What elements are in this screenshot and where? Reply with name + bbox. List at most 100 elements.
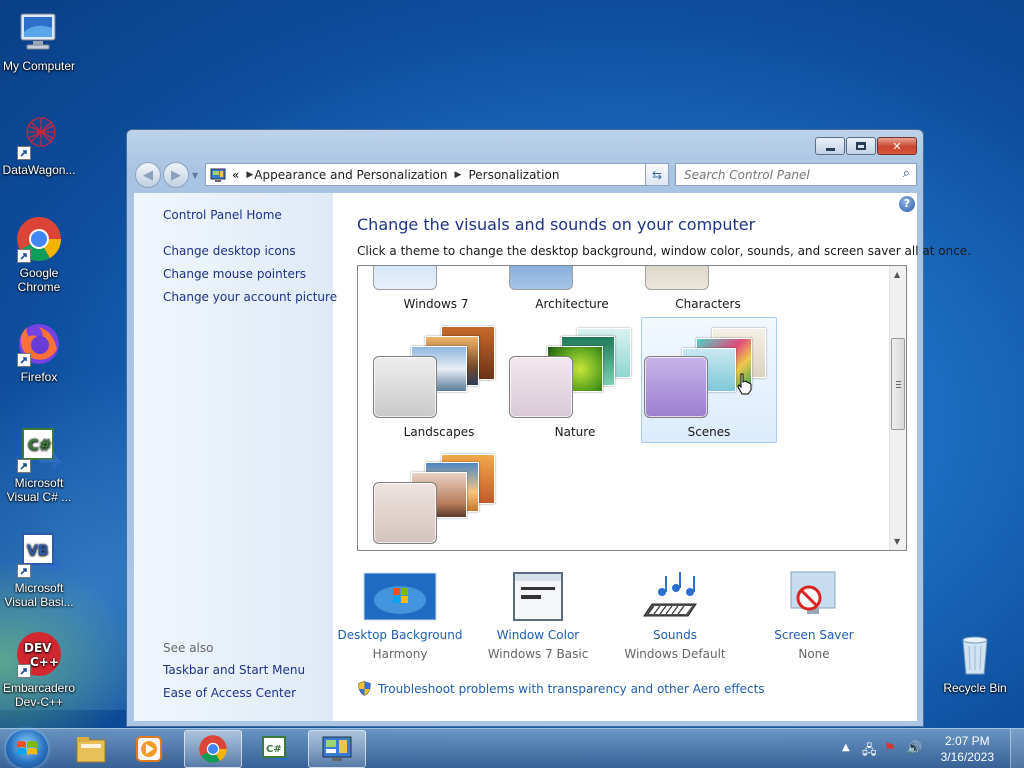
desktop-icon-label: Google Chrome [17,266,61,294]
desktop-icon-label: Microsoft Visual Basi... [4,581,74,609]
taskbar-control-panel-button[interactable] [308,730,366,768]
visual-csharp-icon: C# [262,736,288,760]
desktop-icon-visual-basic[interactable]: VB Microsoft Visual Basi... [0,530,78,609]
address-bar[interactable]: « ▶ Appearance and Personalization ▶ Per… [205,163,669,186]
help-icon[interactable]: ? [899,196,915,212]
sounds-setting[interactable]: Sounds Windows Default [605,570,745,661]
theme-architecture[interactable]: Architecture [504,266,640,314]
screen-saver-link[interactable]: Screen Saver [744,628,884,642]
visual-basic-icon: VB [15,530,63,578]
clock-date: 3/16/2023 [940,750,994,764]
desktop-icon-label: Microsoft Visual C# ... [6,476,72,504]
taskbar-visual-csharp-button[interactable]: C# [246,730,304,768]
hand-cursor-icon [736,373,752,395]
theme-list[interactable]: Windows 7 Architecture Characters Landsc… [357,265,907,551]
screen-saver-icon [777,570,851,622]
theme-windows7[interactable]: Windows 7 [368,266,504,314]
clock[interactable]: 2:07 PM 3/16/2023 [941,733,994,765]
theme-landscapes[interactable]: Landscapes [371,318,507,444]
volume-icon[interactable]: 🔊 [906,741,922,756]
sidebar-link-change-desktop-icons[interactable]: Change desktop icons [163,244,296,258]
shortcut-arrow-icon [17,459,31,473]
taskbar-explorer-button[interactable] [62,730,120,768]
desktop-icon-chrome[interactable]: Google Chrome [0,215,78,294]
theme-label: Characters [675,297,741,311]
forward-button[interactable]: ▶ [163,162,189,188]
desktop-icon-recycle-bin[interactable]: Recycle Bin [936,630,1014,695]
window-color-setting[interactable]: Window Color Windows 7 Basic [468,570,608,661]
screen-saver-setting[interactable]: Screen Saver None [744,570,884,661]
network-icon[interactable]: 🖧 [862,741,877,763]
back-button[interactable]: ◀ [135,162,161,188]
computer-icon [15,8,63,56]
theme-label: Architecture [535,297,609,311]
show-desktop-button[interactable] [1010,729,1024,768]
address-overflow[interactable]: « [232,168,239,182]
shortcut-arrow-icon [17,146,31,160]
desktop-icon-datawagon[interactable]: DataWagon... [0,112,78,177]
window-color-icon [501,570,575,622]
scroll-up-icon[interactable]: ▲ [894,270,900,279]
theme-scenes[interactable]: Scenes [641,317,777,443]
datawagon-icon [15,112,63,160]
scroll-down-icon[interactable]: ▼ [894,537,900,546]
scroll-thumb[interactable] [891,338,905,430]
breadcrumb-separator-icon[interactable]: ▶ [455,170,462,180]
shortcut-arrow-icon [17,664,31,678]
svg-text:DEV: DEV [24,641,52,655]
desktop-icon-visual-csharp[interactable]: C# Microsoft Visual C# ... [0,425,78,504]
desktop-background-setting[interactable]: Desktop Background Harmony [330,570,470,661]
desktop-icon-label: My Computer [2,59,76,73]
theme-characters[interactable]: Characters [640,266,776,314]
minimize-button[interactable] [815,137,845,155]
theme-swatch [645,266,709,290]
window-color-value: Windows 7 Basic [487,647,589,661]
folder-icon [76,737,106,763]
recent-pages-dropdown[interactable]: ▼ [192,171,198,180]
theme-label: Landscapes [403,425,475,439]
svg-text:C#: C# [266,744,282,755]
desktop-icon-firefox[interactable]: Firefox [0,319,78,384]
sounds-value: Windows Default [624,647,726,661]
sidebar-link-taskbar-start-menu[interactable]: Taskbar and Start Menu [163,663,305,677]
troubleshoot-link-text[interactable]: Troubleshoot problems with transparency … [378,682,765,696]
sounds-link[interactable]: Sounds [605,628,745,642]
desktop-background-value: Harmony [372,647,428,661]
svg-text:C#: C# [28,436,52,454]
desktop-background-link[interactable]: Desktop Background [330,628,470,642]
taskbar-chrome-button[interactable] [184,730,242,768]
close-icon: ✕ [892,139,902,153]
color-swatch [373,356,437,418]
media-player-icon [136,736,162,762]
refresh-button[interactable]: ⇆ [645,163,669,186]
maximize-button[interactable] [846,137,876,155]
window-content: Control Panel Home Change desktop icons … [134,193,971,721]
taskbar-media-player-button[interactable] [120,730,178,768]
breadcrumb-personalization[interactable]: Personalization [468,168,559,182]
theme-nature[interactable]: Nature [507,318,643,444]
desktop-icon-my-computer[interactable]: My Computer [0,8,78,73]
close-button[interactable]: ✕ [877,137,917,155]
refresh-icon: ⇆ [651,167,663,182]
desktop-icon-label: Firefox [20,370,58,384]
sidebar-link-change-mouse-pointers[interactable]: Change mouse pointers [163,267,306,281]
see-also-heading: See also [163,641,214,655]
show-hidden-icons-icon[interactable]: ▲ [842,742,850,753]
color-swatch [373,482,437,544]
search-icon[interactable]: ⌕ [903,166,910,181]
search-input[interactable]: Search Control Panel ⌕ [675,163,917,186]
start-button[interactable] [6,730,48,768]
window-color-link[interactable]: Window Color [468,628,608,642]
theme-unlabeled[interactable] [371,444,507,550]
troubleshoot-link[interactable]: Troubleshoot problems with transparency … [357,681,765,696]
action-center-flag-icon[interactable]: ⚑ [884,741,896,756]
sidebar-link-ease-of-access[interactable]: Ease of Access Center [163,686,296,700]
control-panel-window: ✕ ◀ ▶ ▼ « ▶ Appearance and Personalizati… [126,129,971,727]
breadcrumb-separator-icon[interactable]: ▶ [246,170,253,180]
caption-buttons: ✕ [814,137,917,155]
theme-list-scrollbar[interactable]: ▲ ▼ [889,266,906,550]
breadcrumb-appearance[interactable]: Appearance and Personalization [254,168,447,182]
desktop-icon-devcpp[interactable]: DEV C++ Embarcadero Dev-C++ [0,630,78,709]
sidebar-link-change-account-picture[interactable]: Change your account picture [163,290,337,304]
sidebar-link-control-panel-home[interactable]: Control Panel Home [163,208,282,222]
